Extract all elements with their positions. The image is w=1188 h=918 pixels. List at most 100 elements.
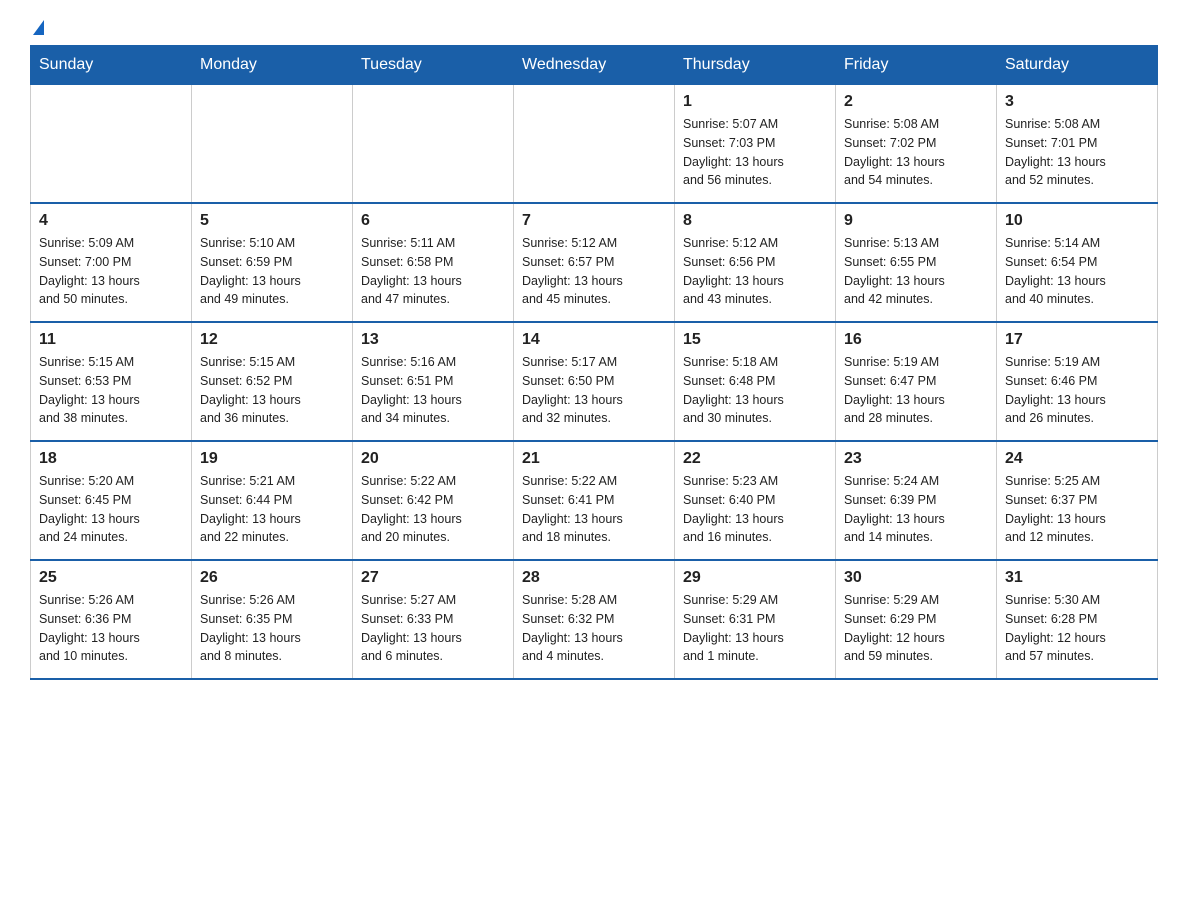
day-info: Sunrise: 5:29 AM Sunset: 6:31 PM Dayligh…	[683, 591, 827, 666]
day-info: Sunrise: 5:10 AM Sunset: 6:59 PM Dayligh…	[200, 234, 344, 309]
day-info: Sunrise: 5:19 AM Sunset: 6:46 PM Dayligh…	[1005, 353, 1149, 428]
calendar-cell: 4 Sunrise: 5:09 AM Sunset: 7:00 PM Daylig…	[31, 203, 192, 322]
day-number: 9	[844, 212, 988, 230]
calendar-cell: 26Sunrise: 5:26 AM Sunset: 6:35 PM Dayli…	[192, 560, 353, 679]
calendar-table: SundayMondayTuesdayWednesdayThursdayFrid…	[30, 45, 1158, 680]
calendar-cell: 1 Sunrise: 5:07 AM Sunset: 7:03 PM Daylig…	[675, 85, 836, 204]
day-number: 24	[1005, 450, 1149, 468]
calendar-cell: 25 Sunrise: 5:26 AM Sunset: 6:36 PM Dayli…	[31, 560, 192, 679]
weekday-header-thursday: Thursday	[675, 46, 836, 85]
calendar-cell: 27 Sunrise: 5:27 AM Sunset: 6:33 PM Dayli…	[353, 560, 514, 679]
calendar-cell: 15 Sunrise: 5:18 AM Sunset: 6:48 PM Dayli…	[675, 322, 836, 441]
calendar-cell: 3Sunrise: 5:08 AM Sunset: 7:01 PM Daylig…	[997, 85, 1158, 204]
day-info: Sunrise: 5:26 AM Sunset: 6:35 PM Dayligh…	[200, 591, 344, 666]
calendar-cell: 7 Sunrise: 5:12 AM Sunset: 6:57 PM Daylig…	[514, 203, 675, 322]
day-info: Sunrise: 5:21 AM Sunset: 6:44 PM Dayligh…	[200, 472, 344, 547]
weekday-header-wednesday: Wednesday	[514, 46, 675, 85]
calendar-cell: 13 Sunrise: 5:16 AM Sunset: 6:51 PM Dayli…	[353, 322, 514, 441]
day-number: 16	[844, 331, 988, 349]
day-info: Sunrise: 5:16 AM Sunset: 6:51 PM Dayligh…	[361, 353, 505, 428]
day-info: Sunrise: 5:15 AM Sunset: 6:53 PM Dayligh…	[39, 353, 183, 428]
calendar-cell: 31 Sunrise: 5:30 AM Sunset: 6:28 PM Dayli…	[997, 560, 1158, 679]
day-number: 25	[39, 569, 183, 587]
day-info: Sunrise: 5:24 AM Sunset: 6:39 PM Dayligh…	[844, 472, 988, 547]
day-info: Sunrise: 5:13 AM Sunset: 6:55 PM Dayligh…	[844, 234, 988, 309]
day-info: Sunrise: 5:11 AM Sunset: 6:58 PM Dayligh…	[361, 234, 505, 309]
calendar-cell: 6 Sunrise: 5:11 AM Sunset: 6:58 PM Daylig…	[353, 203, 514, 322]
calendar-cell: 19Sunrise: 5:21 AM Sunset: 6:44 PM Dayli…	[192, 441, 353, 560]
calendar-cell: 18 Sunrise: 5:20 AM Sunset: 6:45 PM Dayli…	[31, 441, 192, 560]
day-number: 15	[683, 331, 827, 349]
day-number: 10	[1005, 212, 1149, 230]
calendar-cell	[514, 85, 675, 204]
calendar-cell: 8 Sunrise: 5:12 AM Sunset: 6:56 PM Daylig…	[675, 203, 836, 322]
calendar-cell: 9 Sunrise: 5:13 AM Sunset: 6:55 PM Daylig…	[836, 203, 997, 322]
day-info: Sunrise: 5:18 AM Sunset: 6:48 PM Dayligh…	[683, 353, 827, 428]
logo-triangle-icon	[33, 20, 44, 35]
day-number: 12	[200, 331, 344, 349]
calendar-cell: 10Sunrise: 5:14 AM Sunset: 6:54 PM Dayli…	[997, 203, 1158, 322]
day-number: 11	[39, 331, 183, 349]
page-header	[30, 20, 1158, 35]
day-number: 30	[844, 569, 988, 587]
day-number: 4	[39, 212, 183, 230]
day-number: 21	[522, 450, 666, 468]
day-number: 14	[522, 331, 666, 349]
weekday-header-row: SundayMondayTuesdayWednesdayThursdayFrid…	[31, 46, 1158, 85]
calendar-cell: 30Sunrise: 5:29 AM Sunset: 6:29 PM Dayli…	[836, 560, 997, 679]
day-number: 1	[683, 93, 827, 111]
logo	[30, 20, 44, 35]
day-info: Sunrise: 5:20 AM Sunset: 6:45 PM Dayligh…	[39, 472, 183, 547]
day-info: Sunrise: 5:15 AM Sunset: 6:52 PM Dayligh…	[200, 353, 344, 428]
day-number: 27	[361, 569, 505, 587]
calendar-cell: 11 Sunrise: 5:15 AM Sunset: 6:53 PM Dayli…	[31, 322, 192, 441]
day-info: Sunrise: 5:22 AM Sunset: 6:41 PM Dayligh…	[522, 472, 666, 547]
day-info: Sunrise: 5:22 AM Sunset: 6:42 PM Dayligh…	[361, 472, 505, 547]
day-number: 31	[1005, 569, 1149, 587]
calendar-cell: 12 Sunrise: 5:15 AM Sunset: 6:52 PM Dayli…	[192, 322, 353, 441]
calendar-cell: 16Sunrise: 5:19 AM Sunset: 6:47 PM Dayli…	[836, 322, 997, 441]
calendar-cell: 14 Sunrise: 5:17 AM Sunset: 6:50 PM Dayli…	[514, 322, 675, 441]
day-info: Sunrise: 5:17 AM Sunset: 6:50 PM Dayligh…	[522, 353, 666, 428]
day-info: Sunrise: 5:12 AM Sunset: 6:57 PM Dayligh…	[522, 234, 666, 309]
day-info: Sunrise: 5:28 AM Sunset: 6:32 PM Dayligh…	[522, 591, 666, 666]
day-number: 20	[361, 450, 505, 468]
calendar-cell	[192, 85, 353, 204]
day-info: Sunrise: 5:27 AM Sunset: 6:33 PM Dayligh…	[361, 591, 505, 666]
day-number: 18	[39, 450, 183, 468]
day-info: Sunrise: 5:08 AM Sunset: 7:02 PM Dayligh…	[844, 115, 988, 190]
weekday-header-friday: Friday	[836, 46, 997, 85]
day-number: 6	[361, 212, 505, 230]
day-number: 3	[1005, 93, 1149, 111]
calendar-cell	[31, 85, 192, 204]
day-info: Sunrise: 5:09 AM Sunset: 7:00 PM Dayligh…	[39, 234, 183, 309]
calendar-cell: 2 Sunrise: 5:08 AM Sunset: 7:02 PM Daylig…	[836, 85, 997, 204]
day-number: 5	[200, 212, 344, 230]
day-info: Sunrise: 5:25 AM Sunset: 6:37 PM Dayligh…	[1005, 472, 1149, 547]
calendar-cell: 5 Sunrise: 5:10 AM Sunset: 6:59 PM Daylig…	[192, 203, 353, 322]
calendar-cell: 29 Sunrise: 5:29 AM Sunset: 6:31 PM Dayli…	[675, 560, 836, 679]
calendar-cell: 28 Sunrise: 5:28 AM Sunset: 6:32 PM Dayli…	[514, 560, 675, 679]
calendar-cell: 17 Sunrise: 5:19 AM Sunset: 6:46 PM Dayli…	[997, 322, 1158, 441]
day-number: 7	[522, 212, 666, 230]
day-number: 28	[522, 569, 666, 587]
calendar-week-row: 25 Sunrise: 5:26 AM Sunset: 6:36 PM Dayli…	[31, 560, 1158, 679]
day-number: 29	[683, 569, 827, 587]
day-number: 13	[361, 331, 505, 349]
day-number: 8	[683, 212, 827, 230]
day-info: Sunrise: 5:12 AM Sunset: 6:56 PM Dayligh…	[683, 234, 827, 309]
day-number: 23	[844, 450, 988, 468]
weekday-header-sunday: Sunday	[31, 46, 192, 85]
calendar-week-row: 18 Sunrise: 5:20 AM Sunset: 6:45 PM Dayli…	[31, 441, 1158, 560]
day-number: 22	[683, 450, 827, 468]
day-info: Sunrise: 5:30 AM Sunset: 6:28 PM Dayligh…	[1005, 591, 1149, 666]
day-number: 2	[844, 93, 988, 111]
day-info: Sunrise: 5:26 AM Sunset: 6:36 PM Dayligh…	[39, 591, 183, 666]
calendar-cell: 21 Sunrise: 5:22 AM Sunset: 6:41 PM Dayli…	[514, 441, 675, 560]
calendar-cell	[353, 85, 514, 204]
calendar-cell: 20 Sunrise: 5:22 AM Sunset: 6:42 PM Dayli…	[353, 441, 514, 560]
weekday-header-saturday: Saturday	[997, 46, 1158, 85]
calendar-week-row: 4 Sunrise: 5:09 AM Sunset: 7:00 PM Daylig…	[31, 203, 1158, 322]
day-info: Sunrise: 5:07 AM Sunset: 7:03 PM Dayligh…	[683, 115, 827, 190]
day-number: 17	[1005, 331, 1149, 349]
